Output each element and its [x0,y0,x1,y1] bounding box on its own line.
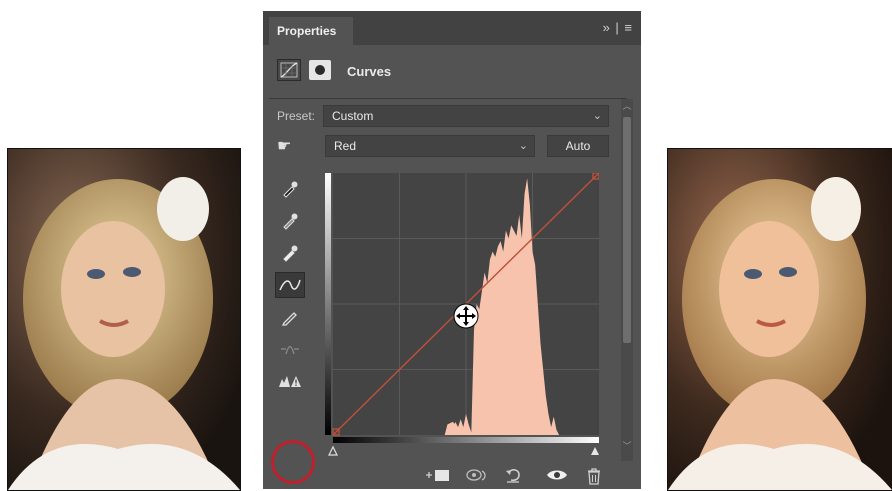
scrollbar-thumb[interactable] [623,117,631,343]
output-gradient-bar [325,173,331,435]
preset-dropdown[interactable]: Custom ⌄ [323,105,609,127]
toggle-visibility-icon[interactable] [546,467,568,486]
panel-tab-bar: Properties » | ≡ [263,11,641,45]
panel-footer [263,461,641,489]
preset-label: Preset: [277,109,316,123]
chevron-down-icon: ⌄ [592,110,602,122]
curve-edit-points-icon[interactable] [275,272,305,298]
targeted-adjustment-icon[interactable]: ☛ [277,136,291,156]
channel-value: Red [334,139,357,153]
reset-icon[interactable] [505,467,523,486]
after-photo [667,148,892,491]
smooth-curve-icon[interactable] [275,336,305,362]
white-input-slider[interactable] [591,447,599,455]
visibility-highlight-ring [271,440,315,484]
before-photo [7,148,241,491]
tab-properties[interactable]: Properties [269,17,353,45]
auto-button[interactable]: Auto [547,135,609,157]
divider [269,98,627,99]
curve-tools [275,176,307,400]
panel-menu-icon[interactable]: » | ≡ [603,20,633,35]
adjustment-title: Curves [347,64,392,79]
gray-point-eyedropper-icon[interactable] [275,208,305,234]
pencil-draw-icon[interactable] [275,304,305,330]
view-previous-state-icon[interactable] [466,467,488,486]
scroll-up-icon[interactable]: ︿ [621,99,633,113]
clip-to-layer-icon[interactable] [425,467,451,486]
move-cursor-icon [453,303,479,329]
clipping-warning-icon[interactable] [275,368,305,394]
black-point-eyedropper-icon[interactable] [275,176,305,202]
layer-mask-icon[interactable] [309,60,331,80]
preset-value: Custom [332,109,374,123]
chevron-down-icon: ⌄ [518,140,528,152]
black-input-slider[interactable] [328,445,338,456]
curves-adjustment-icon[interactable] [277,59,301,81]
scroll-down-icon[interactable]: ﹀ [621,439,633,453]
input-gradient-bar [333,437,599,443]
properties-panel: Properties » | ≡ Curves Preset: Custom ⌄… [263,11,641,489]
delete-icon[interactable] [586,467,602,488]
channel-dropdown[interactable]: Red ⌄ [325,135,535,157]
white-point-eyedropper-icon[interactable] [275,240,305,266]
curves-graph[interactable] [325,172,600,461]
